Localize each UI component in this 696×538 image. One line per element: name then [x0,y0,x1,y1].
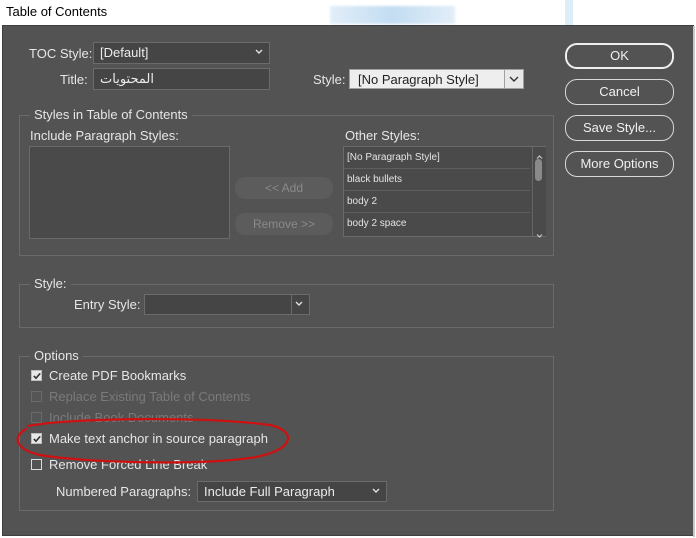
chevron-up-icon[interactable] [536,148,543,163]
title-value: المحتويات [100,71,154,86]
numbered-paragraphs-label: Numbered Paragraphs: [56,484,192,499]
styles-group-title: Styles in Table of Contents [30,107,192,122]
list-item[interactable]: body 2 space [344,213,530,235]
entry-style-dropdown[interactable] [144,294,310,315]
toc-style-dropdown[interactable]: [Default] [93,42,270,64]
ok-button[interactable]: OK [565,43,674,69]
background-ghost-edge [565,0,573,25]
chevron-down-icon [255,48,263,56]
chevron-down-icon [504,70,523,88]
title-input[interactable]: المحتويات [93,68,270,90]
more-options-button[interactable]: More Options [565,151,674,177]
make-text-anchor-checkbox[interactable] [31,433,42,444]
remove-forced-line-break-checkbox[interactable] [31,459,42,470]
make-text-anchor-label: Make text anchor in source paragraph [49,431,268,446]
numbered-paragraphs-dropdown[interactable]: Include Full Paragraph [197,481,387,502]
other-styles-list[interactable]: [No Paragraph Style] black bullets body … [343,146,546,238]
toc-window: Table of Contents TOC Style: [Default] T… [0,0,696,538]
entry-style-label: Entry Style: [74,297,141,312]
window-title: Table of Contents [6,4,108,19]
other-styles-label: Other Styles: [345,128,421,143]
toc-style-value: [Default] [100,45,149,60]
include-styles-label: Include Paragraph Styles: [30,128,179,143]
other-styles-scrollbar[interactable] [532,147,546,238]
options-group-title: Options [30,348,83,363]
toc-style-label: TOC Style: [29,46,93,61]
include-book-documents-label: Include Book Documents [49,410,194,425]
style-dropdown[interactable]: [No Paragraph Style] [349,69,524,89]
list-item[interactable]: black bullets [344,169,530,191]
list-item[interactable]: [No Paragraph Style] [344,147,530,169]
add-button[interactable]: << Add [235,177,333,199]
save-style-button[interactable]: Save Style... [565,115,674,141]
dropdown-divider [291,295,292,314]
cancel-button[interactable]: Cancel [565,79,674,105]
title-label: Title: [60,72,88,87]
style-label: Style: [313,72,346,87]
numbered-paragraphs-value: Include Full Paragraph [204,484,335,499]
include-styles-list[interactable] [29,146,230,239]
chevron-down-icon[interactable] [536,227,543,242]
style-value: [No Paragraph Style] [358,72,479,87]
replace-existing-toc-checkbox[interactable] [31,391,42,402]
chevron-down-icon [372,487,380,495]
chevron-down-icon [295,300,303,308]
include-book-documents-checkbox[interactable] [31,412,42,423]
list-item[interactable]: body 2 [344,191,530,213]
checkmark-icon [33,372,41,380]
entry-style-group-title: Style: [30,276,71,291]
replace-existing-toc-label: Replace Existing Table of Contents [49,389,251,404]
create-pdf-bookmarks-label: Create PDF Bookmarks [49,368,187,383]
title-bar: Table of Contents [0,0,696,25]
remove-forced-line-break-label: Remove Forced Line Break [49,457,208,472]
toc-dialog: TOC Style: [Default] Title: المحتويات St… [2,25,695,537]
background-ghost [330,6,455,24]
dialog-edge [693,26,695,537]
create-pdf-bookmarks-checkbox[interactable] [31,370,42,381]
remove-button[interactable]: Remove >> [235,213,333,235]
checkmark-icon [33,435,41,443]
